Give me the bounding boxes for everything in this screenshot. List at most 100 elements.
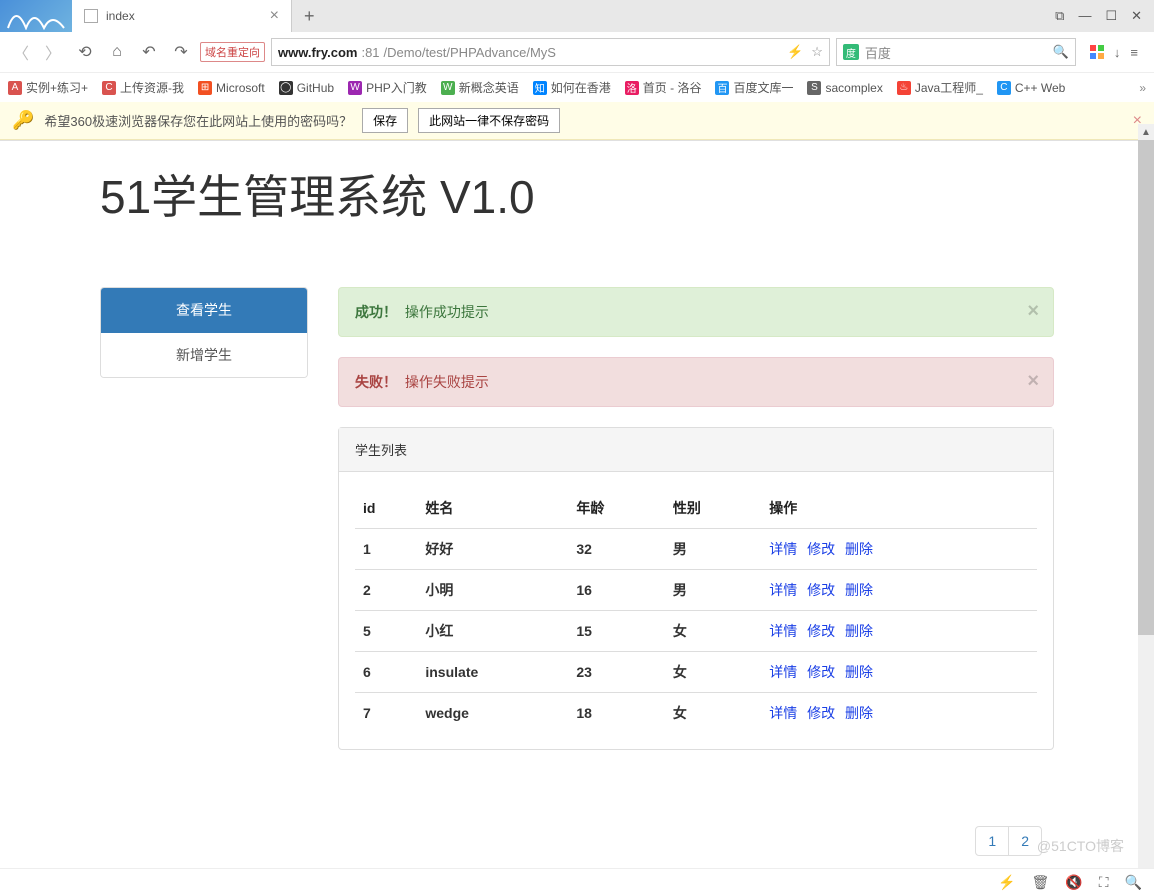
bookmark-item[interactable]: ◯GitHub <box>279 81 334 95</box>
cell-id: 2 <box>355 570 417 611</box>
action-detail-link[interactable]: 详情 <box>769 664 797 680</box>
bookmark-item[interactable]: 知如何在香港 <box>533 79 611 96</box>
nav-forward-button[interactable]: 〉 <box>40 39 66 65</box>
tab-row: index × + ⧉ — ☐ ✕ <box>0 0 1154 32</box>
flash-icon[interactable]: ⚡ <box>787 44 803 60</box>
table-header: 年龄 <box>568 488 664 529</box>
status-mute-icon[interactable]: 🔇 <box>1065 874 1082 891</box>
bookmark-label: 首页 - 洛谷 <box>643 79 702 96</box>
table-row: 5 小红 15 女 详情 修改 删除 <box>355 611 1037 652</box>
nav-reload-button[interactable]: ⟲ <box>72 39 98 65</box>
alert-danger-strong: 失败！ <box>355 374 397 390</box>
bookmark-item[interactable]: ⊞Microsoft <box>198 81 265 95</box>
bookmarks-more-icon[interactable]: » <box>1139 81 1146 95</box>
tab-title: index <box>106 9 262 23</box>
bookmark-label: 如何在香港 <box>551 79 611 96</box>
window-minimize-icon[interactable]: — <box>1078 8 1091 24</box>
bookmark-label: PHP入门教 <box>366 79 427 96</box>
new-tab-button[interactable]: + <box>292 6 327 27</box>
address-row: 〈 〉 ⟲ ⌂ ↶ ↷ 域名重定向 www.fry.com:81/Demo/te… <box>0 32 1154 72</box>
favorite-icon[interactable]: ☆ <box>811 44 823 60</box>
action-delete-link[interactable]: 删除 <box>845 623 873 639</box>
status-zoom-icon[interactable]: 🔍 <box>1125 874 1142 891</box>
password-save-button[interactable]: 保存 <box>362 108 408 133</box>
scroll-up-icon[interactable]: ▲ <box>1138 124 1154 140</box>
url-path: /Demo/test/PHPAdvance/MyS <box>384 45 784 60</box>
address-bar[interactable]: www.fry.com:81/Demo/test/PHPAdvance/MyS … <box>271 38 830 66</box>
download-icon[interactable]: ↓ <box>1114 45 1121 60</box>
search-icon[interactable]: 🔍 <box>1053 44 1069 60</box>
apps-icon[interactable] <box>1090 45 1104 59</box>
alert-success-strong: 成功！ <box>355 304 397 320</box>
action-detail-link[interactable]: 详情 <box>769 623 797 639</box>
cell-id: 5 <box>355 611 417 652</box>
action-edit-link[interactable]: 修改 <box>807 664 835 680</box>
page-link[interactable]: 1 <box>976 827 1009 855</box>
bookmark-icon: A <box>8 81 22 95</box>
alert-success-close-icon[interactable]: × <box>1027 300 1039 323</box>
action-delete-link[interactable]: 删除 <box>845 664 873 680</box>
cell-age: 16 <box>568 570 664 611</box>
sidebar-item[interactable]: 查看学生 <box>101 288 307 333</box>
bookmark-item[interactable]: 洛首页 - 洛谷 <box>625 79 702 96</box>
cell-name: insulate <box>417 652 568 693</box>
alert-success-text: 操作成功提示 <box>405 304 489 320</box>
bookmark-label: sacomplex <box>825 81 882 95</box>
password-never-button[interactable]: 此网站一律不保存密码 <box>418 108 560 133</box>
cell-gender: 男 <box>665 529 761 570</box>
nav-redo-button[interactable]: ↷ <box>168 39 194 65</box>
cell-actions: 详情 修改 删除 <box>761 529 1037 570</box>
action-delete-link[interactable]: 删除 <box>845 705 873 721</box>
table-header: 姓名 <box>417 488 568 529</box>
redirect-badge: 域名重定向 <box>200 42 265 62</box>
action-edit-link[interactable]: 修改 <box>807 541 835 557</box>
tab-close-icon[interactable]: × <box>270 7 279 25</box>
cell-name: 好好 <box>417 529 568 570</box>
action-detail-link[interactable]: 详情 <box>769 541 797 557</box>
action-edit-link[interactable]: 修改 <box>807 582 835 598</box>
page-title: 51学生管理系统 V1.0 <box>100 161 1054 227</box>
status-rocket-icon[interactable]: ⚡ <box>998 874 1015 891</box>
action-delete-link[interactable]: 删除 <box>845 582 873 598</box>
bookmark-item[interactable]: ♨Java工程师_ <box>897 79 983 96</box>
bookmark-item[interactable]: CC++ Web <box>997 81 1065 95</box>
cell-id: 1 <box>355 529 417 570</box>
window-maximize-icon[interactable]: ☐ <box>1105 8 1117 24</box>
status-trash-icon[interactable]: 🗑 <box>1032 874 1050 891</box>
nav-back-button[interactable]: 〈 <box>8 39 34 65</box>
nav-undo-button[interactable]: ↶ <box>136 39 162 65</box>
cell-age: 32 <box>568 529 664 570</box>
alert-danger-text: 操作失败提示 <box>405 374 489 390</box>
action-detail-link[interactable]: 详情 <box>769 705 797 721</box>
browser-chrome: index × + ⧉ — ☐ ✕ 〈 〉 ⟲ ⌂ ↶ ↷ 域名重定向 www.… <box>0 0 1154 141</box>
bookmark-item[interactable]: C上传资源-我 <box>102 79 184 96</box>
browser-tab[interactable]: index × <box>72 0 292 32</box>
table-row: 1 好好 32 男 详情 修改 删除 <box>355 529 1037 570</box>
bookmark-item[interactable]: W新概念英语 <box>441 79 519 96</box>
menu-icon[interactable]: ≡ <box>1130 45 1138 60</box>
student-panel: 学生列表 id姓名年龄性别操作 1 好好 32 男 详情 修改 删除 2 小明 … <box>338 427 1054 750</box>
scrollbar[interactable]: ▲ <box>1138 140 1154 868</box>
nav-home-button[interactable]: ⌂ <box>104 39 130 65</box>
window-restore-icon[interactable]: ⧉ <box>1055 8 1064 24</box>
bookmark-label: 百度文库一 <box>733 79 793 96</box>
cell-actions: 详情 修改 删除 <box>761 652 1037 693</box>
bookmark-item[interactable]: A实例+练习+ <box>8 79 88 96</box>
cell-actions: 详情 修改 删除 <box>761 611 1037 652</box>
search-box[interactable]: 度 百度 🔍 <box>836 38 1076 66</box>
bookmark-item[interactable]: Ssacomplex <box>807 81 882 95</box>
status-expand-icon[interactable]: ⛶ <box>1099 874 1109 891</box>
action-delete-link[interactable]: 删除 <box>845 541 873 557</box>
scrollbar-thumb[interactable] <box>1138 140 1154 635</box>
action-edit-link[interactable]: 修改 <box>807 623 835 639</box>
sidebar-item[interactable]: 新增学生 <box>101 333 307 377</box>
bookmark-item[interactable]: 百百度文库一 <box>715 79 793 96</box>
window-close-icon[interactable]: ✕ <box>1131 8 1142 24</box>
bookmark-item[interactable]: WPHP入门教 <box>348 79 427 96</box>
page-content: 51学生管理系统 V1.0 查看学生新增学生 成功！ 操作成功提示 × 失败！ … <box>0 141 1154 790</box>
action-edit-link[interactable]: 修改 <box>807 705 835 721</box>
alert-danger-close-icon[interactable]: × <box>1027 370 1039 393</box>
table-row: 2 小明 16 男 详情 修改 删除 <box>355 570 1037 611</box>
action-detail-link[interactable]: 详情 <box>769 582 797 598</box>
cell-id: 7 <box>355 693 417 734</box>
